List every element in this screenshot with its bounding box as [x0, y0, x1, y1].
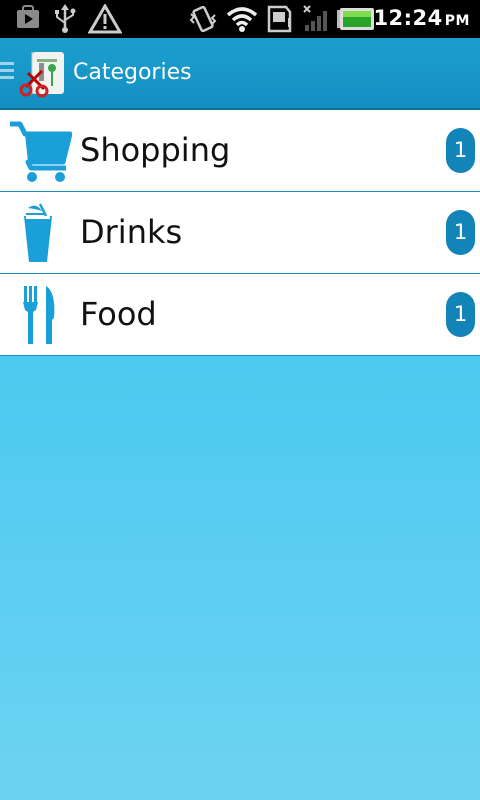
- list-item-drinks[interactable]: Drinks 1: [0, 192, 480, 274]
- drink-glass-icon: [24, 203, 52, 262]
- warning-icon: [88, 4, 122, 34]
- list-item-food[interactable]: Food 1: [0, 274, 480, 356]
- list-item-shopping[interactable]: Shopping 1: [0, 110, 480, 192]
- shopping-cart-icon: [10, 121, 72, 182]
- category-label: Drinks: [80, 213, 183, 251]
- count-badge: 1: [446, 210, 475, 255]
- signal-icon: [303, 5, 327, 31]
- vibrate-icon: [189, 5, 217, 33]
- play-store-notification-icon: [17, 5, 39, 28]
- battery-icon: [337, 8, 374, 30]
- fork-knife-icon: [23, 286, 55, 344]
- count-badge: 1: [446, 128, 475, 173]
- count-badge: 1: [446, 292, 475, 337]
- status-bar: 12:24 PM: [0, 0, 480, 38]
- category-label: Food: [80, 295, 157, 333]
- shopping-list-app-icon[interactable]: [18, 49, 68, 99]
- status-time: 12:24 PM: [373, 6, 470, 30]
- sd-card-icon: [267, 5, 292, 33]
- page-title: Categories: [73, 60, 192, 85]
- drawer-menu-icon[interactable]: [0, 62, 14, 83]
- category-list: Shopping 1 Drinks 1 Food 1: [0, 110, 480, 356]
- action-bar: Categories: [0, 38, 480, 110]
- usb-icon: [55, 4, 76, 33]
- category-label: Shopping: [80, 131, 231, 169]
- wifi-icon: [226, 7, 258, 32]
